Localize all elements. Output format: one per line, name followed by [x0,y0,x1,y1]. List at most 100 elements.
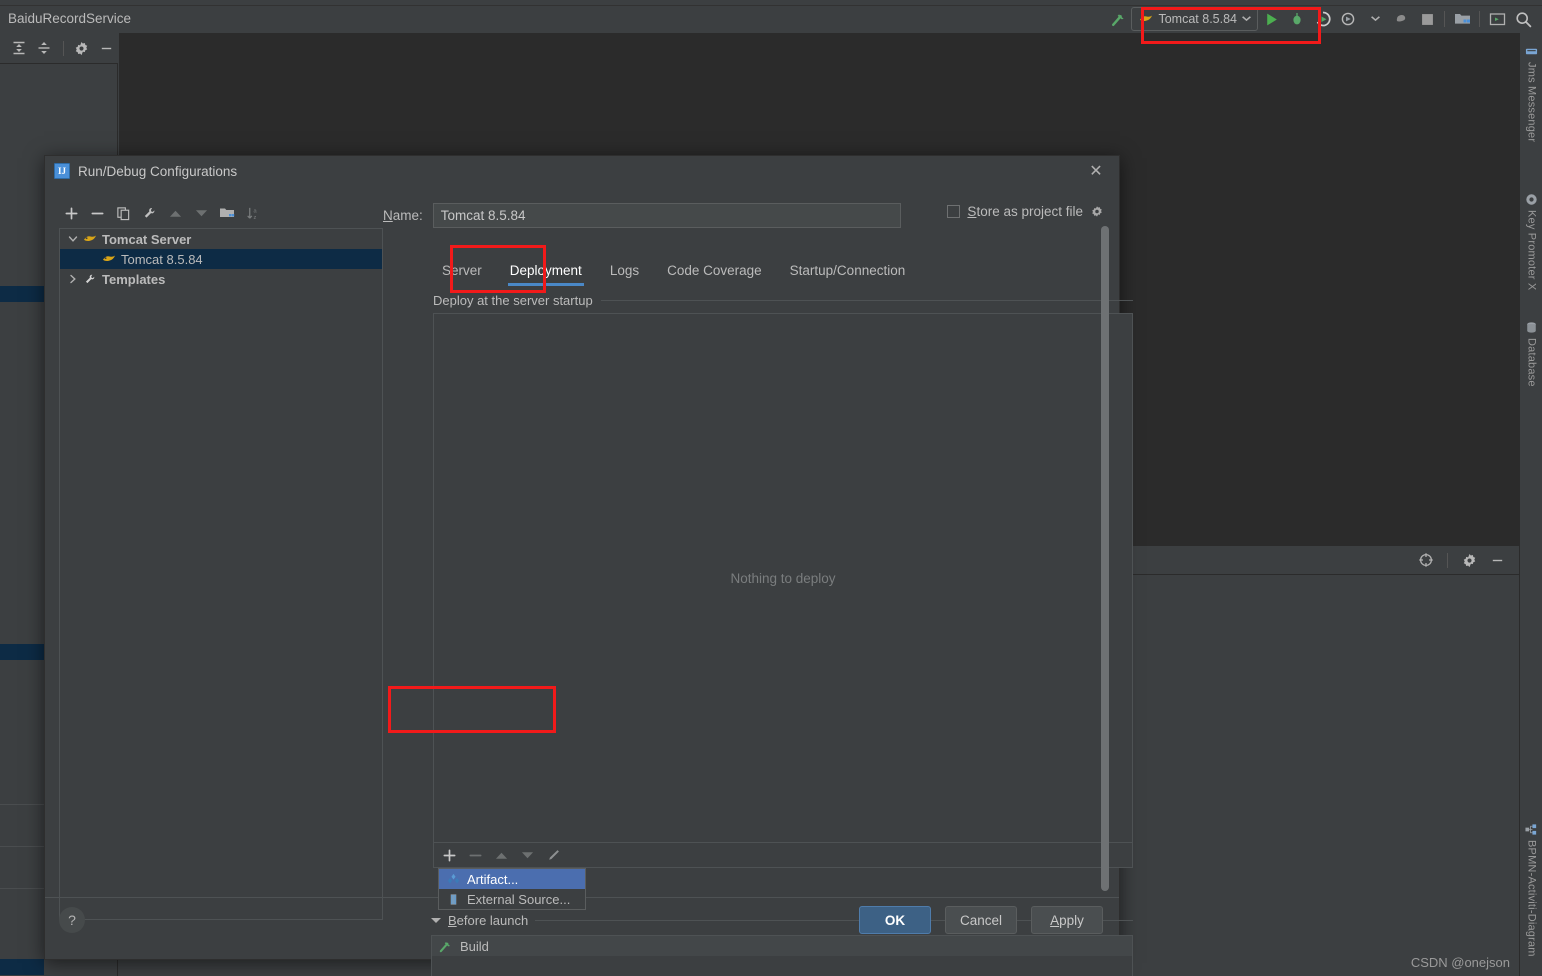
ok-button[interactable]: OK [858,906,931,934]
cancel-button[interactable]: Cancel [944,906,1017,934]
attach-process-icon[interactable] [1388,6,1414,32]
tool-window-toolbar [0,33,118,64]
tree-node-label: Tomcat Server [102,231,192,247]
configurations-tree[interactable]: Tomcat Server Tomcat 8.5.84 Templates [59,228,383,920]
dialog-title-bar: IJ Run/Debug Configurations [45,156,1119,186]
watermark: CSDN @onejson [1410,955,1510,970]
folder-icon[interactable] [215,202,239,224]
chevron-down-icon [68,236,78,242]
add-deployment-popup-menu: Artifact... External Source... [438,868,586,910]
external-source-icon [450,893,457,905]
deployment-list[interactable]: Nothing to deploy [433,313,1133,843]
tomcat-icon [84,235,96,241]
tree-selection-bar-1 [0,286,44,302]
help-button[interactable]: ? [59,907,85,933]
rail-item-database[interactable]: Database [1520,321,1542,387]
move-up-icon[interactable] [489,844,513,866]
intellij-idea-icon: IJ [54,163,70,179]
edit-icon[interactable] [541,844,565,866]
svg-text:a: a [253,208,257,214]
section-divider [600,299,1133,301]
artifact-icon [447,873,460,883]
configuration-tabs: Server Deployment Logs Code Coverage Sta… [428,252,1108,286]
popup-item-label: External Source... [467,891,571,907]
scrollbar-thumb[interactable] [1101,226,1109,891]
tab-code-coverage[interactable]: Code Coverage [653,256,776,286]
tree-selection-bar-2 [0,644,44,660]
tree-node-tomcat-server[interactable]: Tomcat Server [60,229,382,249]
terminal-icon[interactable] [1484,6,1510,32]
collapse-all-icon[interactable] [33,36,56,60]
popup-item-external-source[interactable]: External Source... [439,889,585,909]
chevron-down-icon [1242,16,1251,22]
tab-startup-connection[interactable]: Startup/Connection [776,256,920,286]
tab-logs[interactable]: Logs [596,256,653,286]
deployment-toolbar [433,843,1133,868]
build-hammer-icon[interactable] [1105,6,1131,32]
sort-alphabetically-icon[interactable]: a z [241,202,265,224]
ide-window: BaiduRecordService Tomcat 8.5.84 Jms Mes… [0,0,1542,976]
settings-icon[interactable] [1457,548,1481,572]
name-input[interactable] [432,202,901,228]
remove-icon[interactable] [463,844,487,866]
popup-item-label: Artifact... [467,871,519,887]
tomcat-icon [1140,15,1153,21]
rail-item-bpmn-diagram[interactable]: BPMN-Activiti-Diagram [1520,823,1542,957]
dialog-title: Run/Debug Configurations [78,163,238,179]
tree-node-templates[interactable]: Templates [60,269,382,289]
rail-label: Jms Messenger [1525,62,1538,143]
svg-text:z: z [253,215,256,221]
locate-icon[interactable] [1414,548,1438,572]
database-icon [1527,322,1536,333]
key-promoter-icon [1526,194,1537,205]
bpmn-diagram-icon [1525,824,1537,835]
add-icon[interactable] [59,202,83,224]
move-down-icon[interactable] [515,844,539,866]
edit-templates-icon[interactable] [137,202,161,224]
dialog-scrollbar[interactable] [1101,226,1109,976]
project-structure-icon[interactable] [1449,6,1475,32]
run-configuration-selector[interactable]: Tomcat 8.5.84 [1131,7,1258,31]
rail-item-jms-messenger[interactable]: Jms Messenger [1520,45,1542,142]
profiler-icon[interactable] [1336,6,1362,32]
copy-icon[interactable] [111,202,135,224]
add-icon[interactable] [437,844,461,866]
apply-button[interactable]: Apply [1031,906,1103,934]
tree-selection-bar-3 [0,959,44,975]
run-coverage-icon[interactable] [1310,6,1336,32]
profiler-dropdown-icon[interactable] [1362,6,1388,32]
settings-icon[interactable] [70,36,93,60]
name-label: Name: [383,207,423,223]
popup-item-artifact[interactable]: Artifact... [439,869,585,889]
jms-messenger-icon [1525,48,1538,55]
expand-all-icon[interactable] [8,36,31,60]
hide-icon[interactable] [1485,548,1509,572]
toolbar-separator-2 [1479,11,1480,27]
move-down-icon[interactable] [189,202,213,224]
store-as-project-file-row[interactable]: Store as project file [947,204,1104,219]
debug-icon[interactable] [1284,6,1310,32]
gear-icon[interactable] [1090,205,1104,219]
toolbar-separator [1444,11,1445,27]
rail-label: BPMN-Activiti-Diagram [1525,840,1538,957]
main-toolbar: Tomcat 8.5.84 [1105,4,1542,34]
store-as-project-file-label: Store as project file [967,204,1083,219]
search-everywhere-icon[interactable] [1510,6,1536,32]
stop-icon[interactable] [1414,6,1440,32]
hide-icon[interactable] [95,36,118,60]
tree-node-tomcat-8-5-84[interactable]: Tomcat 8.5.84 [60,249,382,269]
chevron-right-icon [70,274,76,284]
wrench-icon [85,274,95,283]
tab-server[interactable]: Server [428,256,496,286]
deploy-section-header: Deploy at the server startup [433,292,1133,308]
configurations-tree-toolbar: a z [59,201,399,225]
tab-deployment[interactable]: Deployment [496,256,596,286]
dialog-buttons: OK Cancel Apply [858,906,1103,934]
remove-icon[interactable] [85,202,109,224]
rail-item-key-promoter[interactable]: Key Promoter X [1520,193,1542,290]
move-up-icon[interactable] [163,202,187,224]
close-icon[interactable]: ✕ [1087,163,1105,181]
deploy-section-label: Deploy at the server startup [433,292,593,308]
store-as-project-file-checkbox[interactable] [947,205,961,218]
run-icon[interactable] [1258,6,1284,32]
